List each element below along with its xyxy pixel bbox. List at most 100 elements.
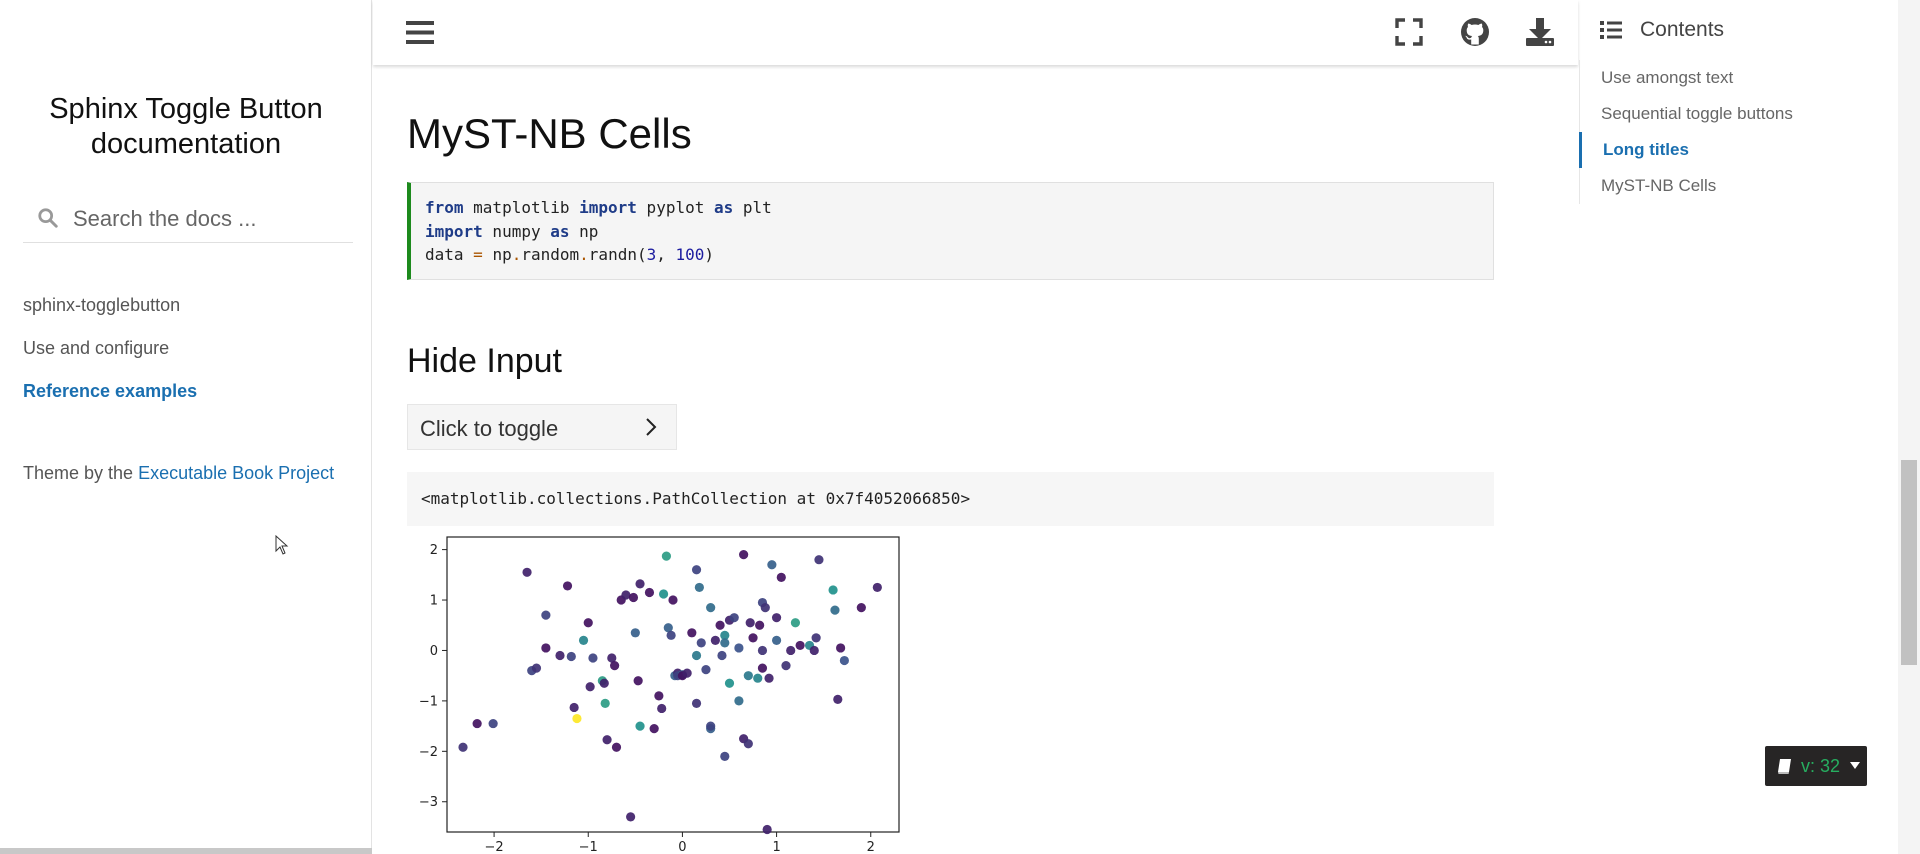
- page-title: MyST-NB Cells: [407, 110, 692, 157]
- scatter-point: [856, 602, 866, 613]
- section-title-hide-input: Hide Input: [407, 342, 562, 380]
- scatter-point: [701, 665, 711, 675]
- scatter-point: [771, 613, 782, 623]
- toggle-button[interactable]: Click to toggle: [407, 404, 677, 450]
- site-title[interactable]: Sphinx Toggle Button documentation: [0, 92, 372, 162]
- search-box[interactable]: [23, 198, 353, 243]
- scatter-plot: −2 −1 0 1 2 2 1 0 −1 −2 −3: [419, 536, 900, 854]
- scatter-point: [809, 645, 819, 656]
- scatter-point: [786, 645, 796, 656]
- y-tick-label: 0: [430, 644, 438, 659]
- scatter-point: [755, 620, 765, 630]
- fullscreen-icon[interactable]: [1394, 17, 1424, 47]
- page-scrollbar[interactable]: [1898, 0, 1920, 854]
- scatter-point: [541, 643, 551, 653]
- scatter-point: [600, 698, 610, 709]
- scatter-point: [668, 595, 678, 605]
- github-icon[interactable]: [1460, 17, 1490, 47]
- scatter-point: [757, 663, 768, 673]
- scatter-point: [717, 650, 727, 661]
- toc-sidebar: Contents Use amongst text Sequential tog…: [1579, 0, 1899, 854]
- scatter-point: [635, 721, 645, 731]
- scatter-point: [745, 618, 755, 628]
- scatter-point: [720, 638, 730, 648]
- toc-item-use-amongst-text[interactable]: Use amongst text: [1580, 60, 1793, 96]
- scatter-point: [814, 555, 824, 565]
- scatter-point: [715, 620, 725, 630]
- theme-credit: Theme by the Executable Book Project: [23, 463, 334, 484]
- scatter-point: [687, 628, 697, 638]
- scatter-point: [743, 739, 753, 749]
- toc-item-sequential-toggle-buttons[interactable]: Sequential toggle buttons: [1580, 96, 1793, 132]
- scatter-point: [706, 602, 716, 613]
- scatter-point: [628, 592, 639, 603]
- code-block: from matplotlib import pyplot as plt imp…: [425, 198, 772, 264]
- scatter-point: [654, 691, 664, 701]
- scatter-point: [602, 735, 612, 745]
- sidebar-item-reference-examples[interactable]: Reference examples: [23, 381, 197, 424]
- scatter-point: [578, 635, 589, 645]
- top-bar: [373, 0, 1578, 65]
- scrollbar-thumb[interactable]: [1901, 460, 1917, 665]
- scatter-point: [649, 724, 659, 734]
- x-tick-label: −2: [484, 840, 503, 854]
- scatter-point: [776, 572, 786, 582]
- scatter-point: [555, 650, 565, 661]
- output-cell: <matplotlib.collections.PathCollection a…: [407, 472, 1494, 526]
- scatter-point: [753, 673, 763, 683]
- book-icon: [1778, 759, 1791, 774]
- search-input[interactable]: [71, 198, 345, 240]
- scatter-point: [739, 550, 749, 560]
- scatter-point: [836, 643, 846, 653]
- scatter-point: [633, 676, 643, 686]
- scatter-point: [743, 671, 753, 681]
- scatter-point: [696, 638, 706, 648]
- scatter-point: [635, 579, 645, 589]
- toc-item-long-titles[interactable]: Long titles: [1579, 132, 1793, 168]
- download-icon[interactable]: [1525, 17, 1555, 47]
- scatter-point: [599, 678, 609, 688]
- scatter-point: [610, 660, 620, 671]
- scatter-point: [531, 663, 542, 673]
- sidebar-horizontal-scrollbar[interactable]: [0, 848, 372, 854]
- scatter-point: [572, 713, 582, 724]
- scatter-point: [760, 602, 770, 613]
- scatter-point: [767, 560, 777, 570]
- x-tick-label: 0: [678, 840, 686, 854]
- sidebar: Sphinx Toggle Button documentation sphin…: [0, 0, 372, 854]
- code-cell[interactable]: from matplotlib import pyplot as plt imp…: [407, 182, 1494, 280]
- scatter-point: [562, 581, 573, 591]
- list-icon: [1600, 21, 1622, 39]
- x-tick-label: 1: [772, 840, 780, 854]
- sidebar-item-sphinx-togglebutton[interactable]: sphinx-togglebutton: [23, 295, 197, 338]
- scatter-point: [691, 565, 702, 575]
- scatter-point: [626, 812, 636, 822]
- search-icon: [38, 208, 58, 228]
- scatter-point: [781, 660, 791, 671]
- scatter-point: [724, 678, 735, 688]
- menu-icon[interactable]: [406, 19, 434, 46]
- caret-down-icon: [1850, 762, 1860, 769]
- sidebar-item-use-and-configure[interactable]: Use and configure: [23, 338, 197, 381]
- scatter-point: [611, 742, 622, 752]
- scatter-point: [682, 668, 692, 678]
- scatter-point: [795, 640, 805, 651]
- scatter-point: [583, 618, 593, 628]
- scatter-point: [790, 618, 801, 628]
- scatter-point: [666, 630, 676, 640]
- scatter-point: [644, 587, 655, 598]
- scatter-point: [734, 696, 744, 706]
- output-text: <matplotlib.collections.PathCollection a…: [421, 489, 971, 508]
- toc-item-myst-nb-cells[interactable]: MyST-NB Cells: [1580, 168, 1793, 204]
- scatter-point: [734, 643, 744, 653]
- y-tick-label: 1: [430, 594, 438, 609]
- x-tick-label: −1: [579, 840, 598, 854]
- version-badge[interactable]: v: 32: [1765, 746, 1867, 786]
- scatter-point: [710, 635, 720, 645]
- executable-book-link[interactable]: Executable Book Project: [138, 463, 334, 483]
- scatter-point: [588, 653, 598, 663]
- scatter-point: [488, 718, 498, 729]
- mouse-cursor-icon: [275, 535, 289, 555]
- version-label: v: 32: [1801, 756, 1841, 776]
- plot-frame: [446, 536, 900, 833]
